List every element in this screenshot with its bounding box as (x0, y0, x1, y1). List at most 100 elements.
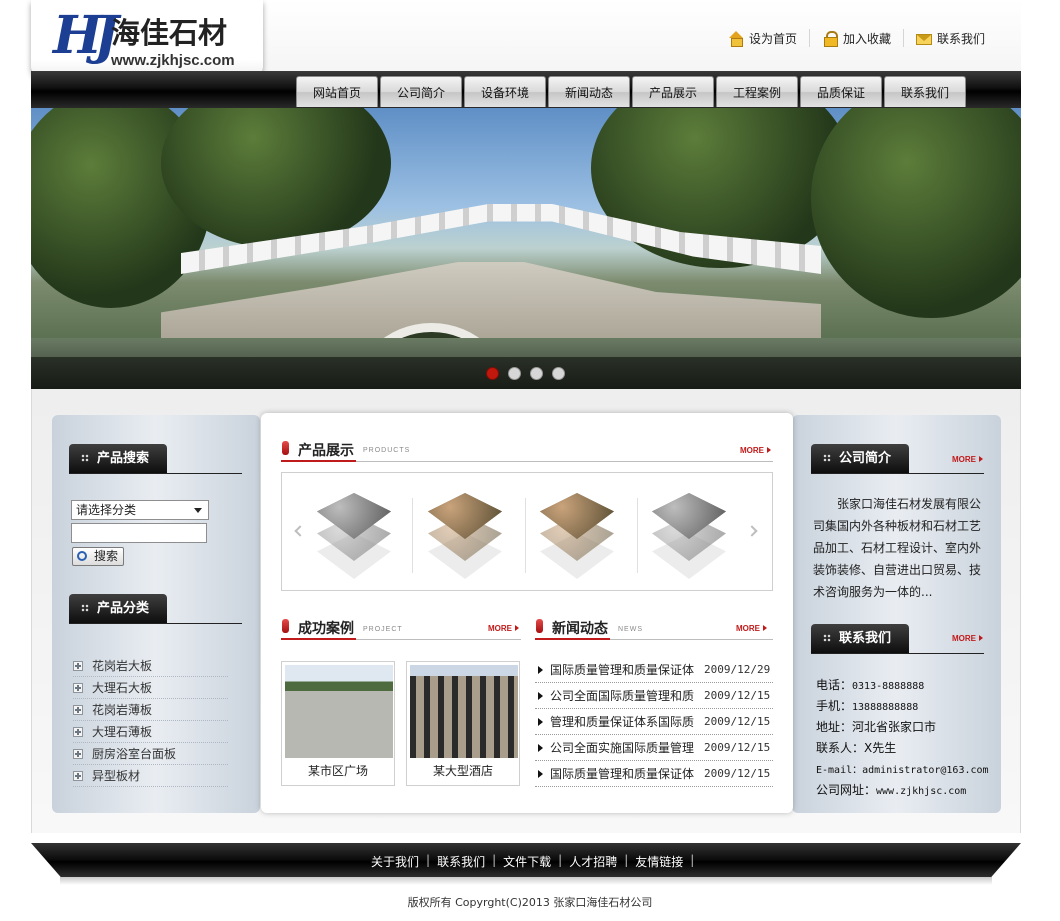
nav-home[interactable]: 网站首页 (296, 76, 378, 107)
logo-mark[interactable]: HJ (53, 6, 119, 66)
products-heading: 产品展示 (282, 440, 354, 460)
nav-products[interactable]: 产品展示 (632, 76, 714, 107)
product-thumbnail[interactable] (420, 493, 510, 579)
contact-label: 电话： (816, 678, 853, 692)
news-item[interactable]: 国际质量管理和质量保证体 2009/12/29 (535, 657, 773, 683)
news-title: 国际质量管理和质量保证体 (550, 767, 695, 781)
news-title: 管理和质量保证体系国际质 (550, 715, 695, 729)
divider (610, 639, 773, 640)
news-item[interactable]: 公司全面国际质量管理和质 2009/12/15 (535, 683, 773, 709)
nav-company-intro[interactable]: 公司简介 (380, 76, 462, 107)
slide-dot-3[interactable] (530, 367, 543, 380)
contact-address: 地址：河北省张家口市 (816, 717, 996, 738)
divider (902, 29, 904, 47)
news-item[interactable]: 国际质量管理和质量保证体 2009/12/15 (535, 761, 773, 787)
footer-link-downloads[interactable]: 文件下载 (496, 853, 558, 870)
keyword-input[interactable] (71, 523, 207, 543)
product-thumbnail[interactable] (309, 493, 399, 579)
contact-value[interactable]: administrator@163.com (862, 765, 988, 776)
contact-value: 13888888888 (852, 702, 919, 713)
contact-more-link[interactable]: MORE (952, 634, 983, 643)
case-caption: 某大型酒店 (432, 764, 493, 778)
divider (811, 653, 984, 654)
footer-link-contact[interactable]: 联系我们 (430, 853, 492, 870)
tree (811, 108, 1021, 318)
category-label: 异型板材 (92, 769, 141, 783)
about-more-link[interactable]: MORE (952, 455, 983, 464)
mail-icon (915, 33, 932, 45)
product-thumbnail[interactable] (532, 493, 622, 579)
products-subheading: PRODUCTS (363, 447, 411, 454)
news-date: 2009/12/15 (704, 741, 771, 754)
divider (811, 473, 984, 474)
search-button[interactable]: 搜索 (72, 547, 124, 566)
banner-slideshow[interactable] (31, 108, 1021, 389)
case-card[interactable]: 某大型酒店 (406, 661, 520, 786)
footer-link-jobs[interactable]: 人才招聘 (562, 853, 624, 870)
divider (535, 638, 610, 640)
divider (356, 461, 773, 462)
nav-news[interactable]: 新闻动态 (548, 76, 630, 107)
expand-icon (73, 748, 83, 759)
case-image (410, 665, 518, 758)
site-name[interactable]: 海佳石材 (111, 16, 227, 50)
contact-label: 手机： (816, 699, 853, 713)
category-item[interactable]: 异型板材 (73, 765, 228, 787)
nav-quality[interactable]: 品质保证 (800, 76, 882, 107)
product-carousel (281, 472, 773, 591)
expand-icon (73, 704, 83, 715)
divider (525, 498, 526, 573)
divider (69, 473, 242, 474)
home-icon (728, 31, 744, 47)
case-caption: 某市区广场 (307, 764, 368, 778)
category-item[interactable]: 花岗岩薄板 (73, 699, 228, 721)
main-nav: 网站首页 公司简介 设备环境 新闻动态 产品展示 工程案例 品质保证 联系我们 (296, 76, 966, 107)
news-date: 2009/12/29 (704, 663, 771, 676)
lock-icon (822, 31, 838, 47)
news-title: 公司全面国际质量管理和质 (550, 689, 695, 703)
slide-dot-1[interactable] (486, 367, 499, 380)
footer-shadow (60, 877, 992, 885)
nav-contact[interactable]: 联系我们 (884, 76, 966, 107)
set-homepage-link[interactable]: 设为首页 (728, 30, 797, 47)
nav-cases[interactable]: 工程案例 (716, 76, 798, 107)
expand-icon (73, 682, 83, 693)
slide-dot-2[interactable] (508, 367, 521, 380)
add-favorite-link[interactable]: 加入收藏 (822, 30, 891, 47)
category-item[interactable]: 厨房浴室台面板 (73, 743, 228, 765)
footer-links: 关于我们 | 联系我们 | 文件下载 | 人才招聘 | 友情链接 | (364, 853, 694, 870)
category-select[interactable]: 请选择分类 (71, 500, 209, 520)
contact-heading: 联系我们 (811, 624, 909, 654)
divider (281, 638, 356, 640)
category-item[interactable]: 大理石薄板 (73, 721, 228, 743)
news-subheading: NEWS (618, 626, 643, 633)
contact-value: 河北省张家口市 (852, 720, 937, 734)
category-item[interactable]: 大理石大板 (73, 677, 228, 699)
news-heading: 新闻动态 (536, 618, 608, 638)
contact-person: 联系人：X先生 (816, 738, 996, 759)
product-thumbnail[interactable] (644, 493, 734, 579)
divider (69, 623, 242, 624)
divider (412, 498, 413, 573)
divider (637, 498, 638, 573)
slide-dot-4[interactable] (552, 367, 565, 380)
contact-label: 联系人： (816, 741, 865, 755)
products-more-link[interactable]: MORE (740, 446, 771, 455)
nav-equipment[interactable]: 设备环境 (464, 76, 546, 107)
case-card[interactable]: 某市区广场 (281, 661, 395, 786)
search-icon (77, 551, 87, 561)
carousel-next-icon[interactable] (746, 525, 758, 537)
footer-link-friends[interactable]: 友情链接 (628, 853, 690, 870)
cases-more-link[interactable]: MORE (488, 624, 519, 633)
footer-link-about[interactable]: 关于我们 (364, 853, 426, 870)
news-item[interactable]: 公司全面实施国际质量管理 2009/12/15 (535, 735, 773, 761)
contact-value[interactable]: www.zjkhjsc.com (876, 786, 966, 797)
divider (356, 639, 521, 640)
contact-us-link[interactable]: 联系我们 (915, 30, 985, 47)
news-more-link[interactable]: MORE (736, 624, 767, 633)
carousel-prev-icon[interactable] (294, 525, 306, 537)
news-title: 国际质量管理和质量保证体 (550, 663, 695, 677)
news-item[interactable]: 管理和质量保证体系国际质 2009/12/15 (535, 709, 773, 735)
about-heading: 公司简介 (811, 444, 909, 474)
category-item[interactable]: 花岗岩大板 (73, 655, 228, 677)
